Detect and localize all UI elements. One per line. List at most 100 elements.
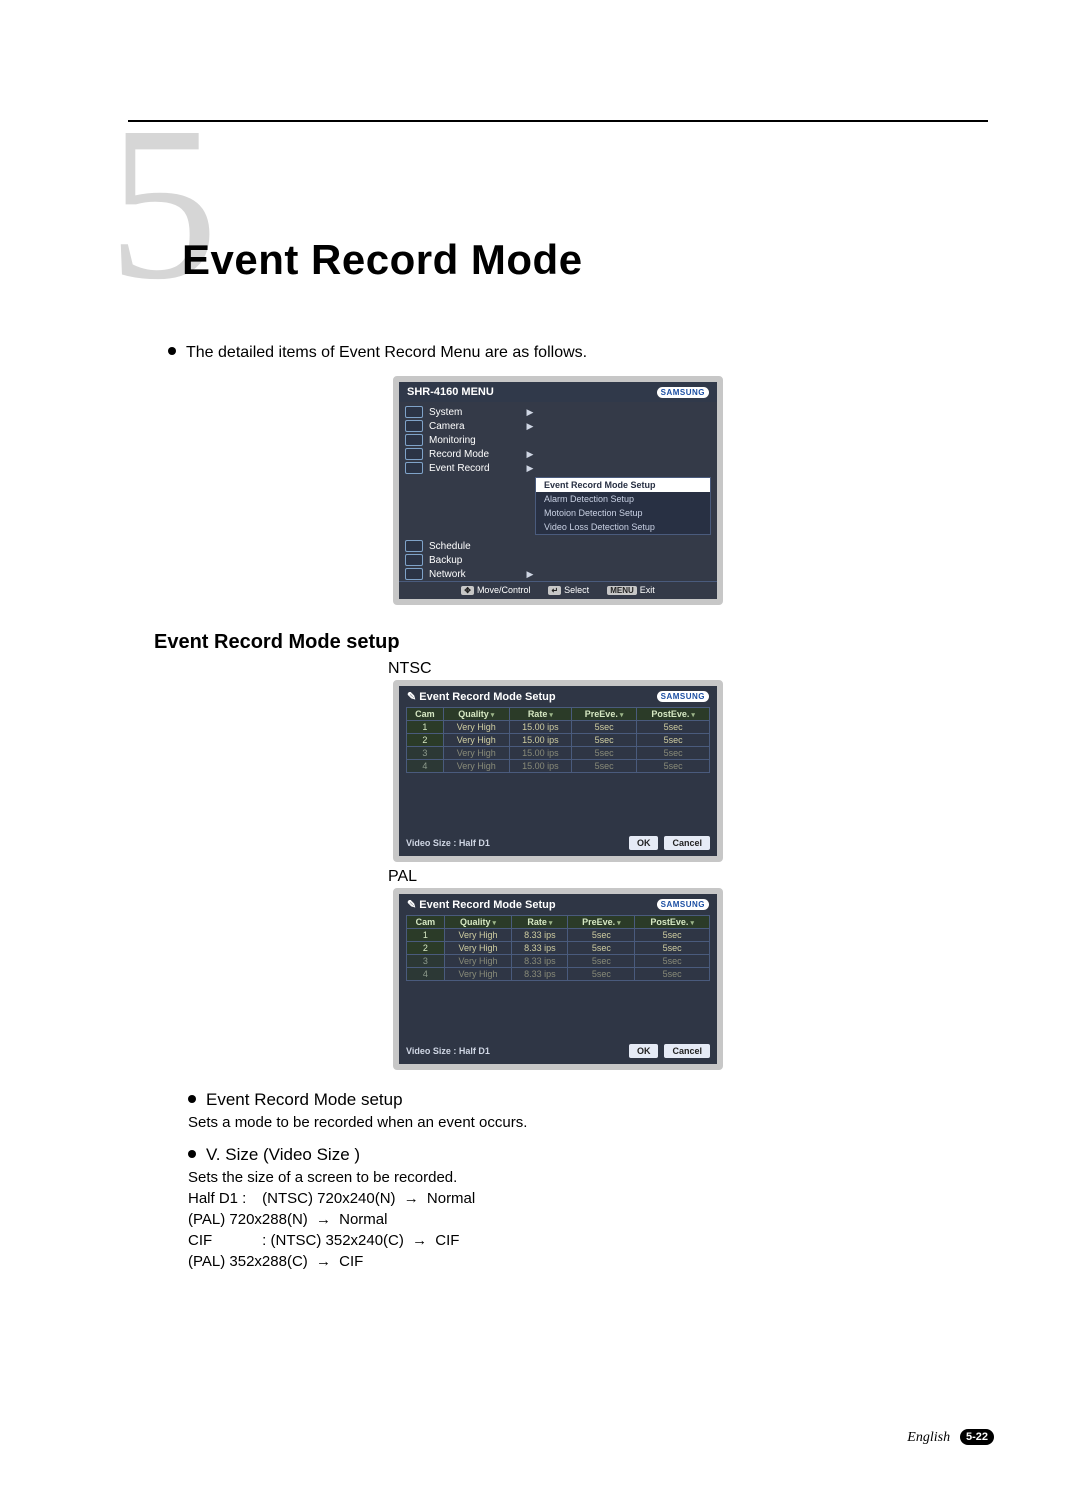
col-preeve[interactable]: PreEve.▾ xyxy=(571,708,636,721)
chevron-right-icon: ▶ xyxy=(525,463,535,474)
submenu-item-motion-detection[interactable]: Motoion Detection Setup xyxy=(536,506,710,520)
chevron-right-icon: ▶ xyxy=(525,421,535,432)
table-row[interactable]: 3Very High8.33 ips5sec5sec xyxy=(407,955,710,968)
dropdown-icon: ▾ xyxy=(493,920,497,927)
arrow-right-icon: → xyxy=(316,1211,331,1228)
col-posteve[interactable]: PostEve.▾ xyxy=(635,916,710,929)
pal-setup-table: Cam Quality▾ Rate▾ PreEve.▾ PostEve.▾ 1V… xyxy=(406,915,710,981)
col-cam[interactable]: Cam xyxy=(407,708,444,721)
footer-language: English xyxy=(907,1430,950,1445)
table-row[interactable]: 1Very High15.00 ips5sec5sec xyxy=(407,721,710,734)
page-footer: English 5-22 xyxy=(907,1428,994,1446)
bullet-icon xyxy=(168,347,176,355)
brand-badge: SAMSUNG xyxy=(657,691,709,702)
cancel-button[interactable]: Cancel xyxy=(664,836,710,850)
col-posteve[interactable]: PostEve.▾ xyxy=(637,708,710,721)
arrow-right-icon: → xyxy=(412,1232,427,1249)
dropdown-icon: ▾ xyxy=(549,712,553,719)
video-size-label: Video Size : Half D1 xyxy=(406,1046,490,1056)
record-icon xyxy=(405,448,423,460)
table-row[interactable]: 1Very High8.33 ips5sec5sec xyxy=(407,929,710,942)
table-row[interactable]: 2Very High8.33 ips5sec5sec xyxy=(407,942,710,955)
dropdown-icon: ▾ xyxy=(491,712,495,719)
table-row[interactable]: 4Very High15.00 ips5sec5sec xyxy=(407,760,710,773)
col-rate[interactable]: Rate▾ xyxy=(512,916,568,929)
brand-badge: SAMSUNG xyxy=(657,387,709,398)
schedule-icon xyxy=(405,540,423,552)
ntsc-setup-panel: ✎ Event Record Mode Setup SAMSUNG Cam Qu… xyxy=(393,680,723,862)
section-heading: Event Record Mode setup xyxy=(154,631,988,654)
dvr-menu-panel: SHR-4160 MENU SAMSUNG System▶ Camera▶ Mo… xyxy=(393,376,723,605)
pal-setup-panel: ✎ Event Record Mode Setup SAMSUNG Cam Qu… xyxy=(393,888,723,1070)
menu-item-monitoring[interactable]: Monitoring xyxy=(405,433,711,447)
hint-select: ↵Select xyxy=(548,585,589,595)
backup-icon xyxy=(405,554,423,566)
menu-item-camera[interactable]: Camera▶ xyxy=(405,419,711,433)
bullet-icon xyxy=(188,1095,196,1103)
lead-paragraph: The detailed items of Event Record Menu … xyxy=(168,344,988,362)
ok-button[interactable]: OK xyxy=(629,836,659,850)
col-rate[interactable]: Rate▾ xyxy=(509,708,571,721)
dvr-menu-title: SHR-4160 MENU xyxy=(407,386,494,398)
halfd1-pal-line: (PAL) 720x288(N) → Normal xyxy=(188,1211,988,1228)
chevron-right-icon: ▶ xyxy=(525,449,535,460)
cif-ntsc-line: CIF : (NTSC) 352x240(C) → CIF xyxy=(188,1232,988,1249)
submenu-item-event-record-mode-setup[interactable]: Event Record Mode Setup xyxy=(536,478,710,492)
lead-text: The detailed items of Event Record Menu … xyxy=(186,344,587,361)
monitor-icon xyxy=(405,434,423,446)
chapter-title: Event Record Mode xyxy=(182,236,583,284)
hint-move: ✥Move/Control xyxy=(461,585,530,595)
menu-item-system[interactable]: System▶ xyxy=(405,405,711,419)
arrow-right-icon: → xyxy=(404,1190,419,1207)
arrow-right-icon: → xyxy=(316,1253,331,1270)
camera-icon xyxy=(405,420,423,432)
dpad-icon: ✥ xyxy=(461,586,474,595)
event-record-icon xyxy=(405,462,423,474)
halfd1-ntsc-line: Half D1 : (NTSC) 720x240(N) → Normal xyxy=(188,1190,988,1207)
bullet-icon xyxy=(188,1150,196,1158)
submenu-item-alarm-detection[interactable]: Alarm Detection Setup xyxy=(536,492,710,506)
menu-key-icon: MENU xyxy=(607,586,637,595)
col-quality[interactable]: Quality▾ xyxy=(443,708,509,721)
ok-button[interactable]: OK xyxy=(629,1044,659,1058)
col-quality[interactable]: Quality▾ xyxy=(444,916,512,929)
setup-panel-title: ✎ Event Record Mode Setup xyxy=(407,690,556,703)
menu-item-schedule[interactable]: Schedule xyxy=(405,539,711,553)
table-row[interactable]: 2Very High15.00 ips5sec5sec xyxy=(407,734,710,747)
desc-event-record-mode-setup: Event Record Mode setup Sets a mode to b… xyxy=(188,1090,988,1131)
system-icon xyxy=(405,406,423,418)
dvr-menu-footer: ✥Move/Control ↵Select MENUExit xyxy=(399,581,717,599)
chevron-right-icon: ▶ xyxy=(525,569,535,580)
menu-item-event-record[interactable]: Event Record▶ xyxy=(405,461,711,475)
table-row[interactable]: 4Very High8.33 ips5sec5sec xyxy=(407,968,710,981)
dvr-menu-list: System▶ Camera▶ Monitoring Record Mode▶ … xyxy=(399,402,717,581)
chapter-header: 5 Event Record Mode xyxy=(128,140,988,310)
hint-exit: MENUExit xyxy=(607,585,655,595)
ntsc-label: NTSC xyxy=(388,660,988,678)
description-list: Event Record Mode setup Sets a mode to b… xyxy=(188,1090,988,1270)
table-header-row: Cam Quality▾ Rate▾ PreEve.▾ PostEve.▾ xyxy=(407,916,710,929)
cif-pal-line: (PAL) 352x288(C) → CIF xyxy=(188,1253,988,1270)
table-row[interactable]: 3Very High15.00 ips5sec5sec xyxy=(407,747,710,760)
dropdown-icon: ▾ xyxy=(691,712,695,719)
cancel-button[interactable]: Cancel xyxy=(664,1044,710,1058)
dropdown-icon: ▾ xyxy=(549,920,553,927)
col-preeve[interactable]: PreEve.▾ xyxy=(568,916,635,929)
brand-badge: SAMSUNG xyxy=(657,899,709,910)
col-cam[interactable]: Cam xyxy=(407,916,445,929)
chevron-right-icon: ▶ xyxy=(525,407,535,418)
enter-key-icon: ↵ xyxy=(548,586,561,595)
network-icon xyxy=(405,568,423,580)
table-header-row: Cam Quality▾ Rate▾ PreEve.▾ PostEve.▾ xyxy=(407,708,710,721)
dropdown-icon: ▾ xyxy=(620,712,624,719)
event-record-submenu: Event Record Mode Setup Alarm Detection … xyxy=(535,477,711,535)
horizontal-rule xyxy=(128,120,988,122)
menu-item-record-mode[interactable]: Record Mode▶ xyxy=(405,447,711,461)
pal-label: PAL xyxy=(388,868,988,886)
setup-panel-title: ✎ Event Record Mode Setup xyxy=(407,898,556,911)
dropdown-icon: ▾ xyxy=(690,920,694,927)
menu-item-network[interactable]: Network▶ xyxy=(405,567,711,581)
dropdown-icon: ▾ xyxy=(617,920,621,927)
menu-item-backup[interactable]: Backup xyxy=(405,553,711,567)
submenu-item-video-loss-detection[interactable]: Video Loss Detection Setup xyxy=(536,520,710,534)
